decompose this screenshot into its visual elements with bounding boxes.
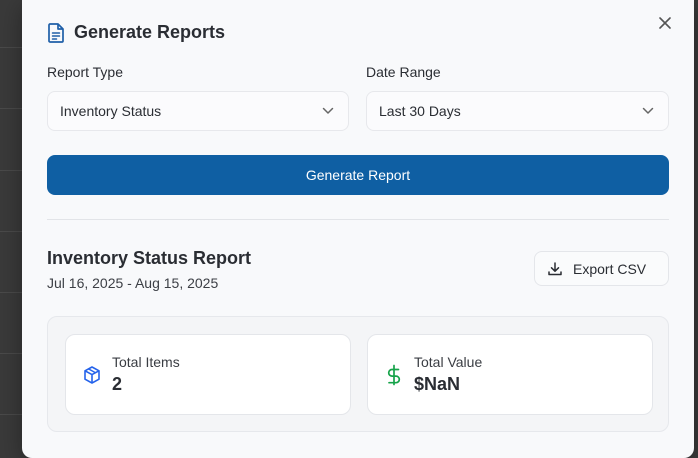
report-type-value: Inventory Status [60, 103, 162, 119]
close-button[interactable] [654, 12, 676, 34]
package-icon [84, 365, 100, 384]
divider [47, 219, 669, 220]
date-range-value: Last 30 Days [379, 103, 461, 119]
date-range-select[interactable]: Last 30 Days [366, 91, 669, 131]
chevron-down-icon [322, 107, 334, 114]
generate-report-button[interactable]: Generate Report [47, 155, 669, 195]
chevron-down-icon [642, 107, 654, 114]
report-stats: Total Items 2 Total Value $NaN [47, 316, 669, 432]
report-date-range: Jul 16, 2025 - Aug 15, 2025 [47, 275, 219, 291]
stat-card-total-items: Total Items 2 [65, 334, 351, 415]
close-icon [659, 17, 671, 29]
export-csv-button[interactable]: Export CSV [534, 251, 669, 286]
report-type-select[interactable]: Inventory Status [47, 91, 349, 131]
modal-header: Generate Reports [47, 22, 225, 43]
download-icon [548, 261, 562, 275]
stat-label: Total Items [112, 354, 180, 370]
report-title: Inventory Status Report [47, 248, 252, 268]
document-icon [48, 22, 64, 43]
stat-card-total-value: Total Value $NaN [367, 334, 653, 415]
date-range-label: Date Range [366, 64, 441, 80]
export-csv-label: Export CSV [573, 260, 647, 277]
generate-reports-modal: Generate Reports Report Type Inventory S… [22, 0, 694, 458]
dollar-icon [387, 364, 401, 385]
stat-value: $NaN [414, 374, 461, 394]
report-type-label: Report Type [47, 64, 124, 80]
stat-value: 2 [112, 374, 123, 394]
modal-title: Generate Reports [74, 22, 226, 42]
stat-label: Total Value [414, 354, 483, 370]
